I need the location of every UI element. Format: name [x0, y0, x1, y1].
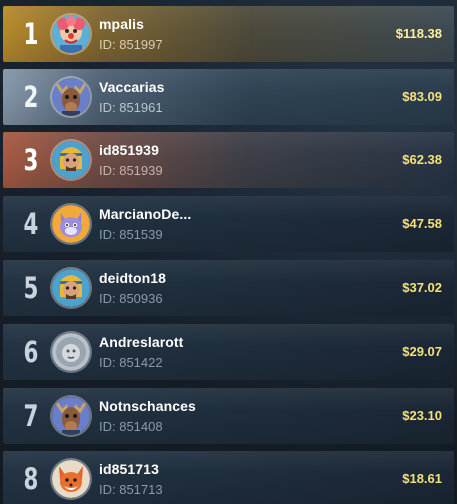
- winnings-amount: $37.02: [402, 280, 442, 295]
- rank-number: 2: [23, 80, 39, 114]
- pharaoh-avatar-icon: [52, 141, 90, 179]
- leaderboard-row[interactable]: 3 id851939 ID: 851939 $62.38: [3, 132, 454, 188]
- player-name: id851713: [99, 461, 159, 477]
- leaderboard-row[interactable]: 1 mpalis ID: 851997 $118.38: [3, 6, 454, 62]
- rank-number: 6: [23, 335, 39, 369]
- winnings-amount: $23.10: [402, 408, 442, 423]
- winnings-amount: $18.61: [402, 471, 442, 486]
- winnings-amount: $29.07: [402, 344, 442, 359]
- leaderboard-row[interactable]: 7 Notnschances ID: 851408 $23.10: [3, 388, 454, 444]
- player-name: Notnschances: [99, 398, 196, 414]
- rank-number: 8: [23, 462, 39, 496]
- fox-avatar-icon: [52, 460, 90, 498]
- moose-avatar-icon: [52, 78, 90, 116]
- player-id: ID: 851997: [99, 37, 163, 52]
- lion-avatar-icon: [52, 333, 90, 371]
- winnings-amount: $62.38: [402, 152, 442, 167]
- player-name: MarcianoDe...: [99, 206, 192, 222]
- rank-number: 3: [23, 143, 39, 177]
- player-name: mpalis: [99, 16, 144, 32]
- leaderboard-row[interactable]: 2 Vaccarias ID: 851961 $83.09: [3, 69, 454, 125]
- winnings-amount: $118.38: [395, 26, 442, 41]
- player-id: ID: 851961: [99, 100, 163, 115]
- leaderboard-row[interactable]: 6 Andreslarott ID: 851422 $29.07: [3, 324, 454, 380]
- player-name: deidton18: [99, 270, 167, 286]
- player-id: ID: 851539: [99, 227, 163, 242]
- player-id: ID: 851422: [99, 355, 163, 370]
- cat-avatar-icon: [52, 205, 90, 243]
- player-id: ID: 851939: [99, 163, 163, 178]
- rank-number: 1: [23, 17, 39, 51]
- leaderboard: 1 mpalis ID: 851997 $118.38 2 Vaccarias …: [0, 0, 457, 504]
- player-id: ID: 850936: [99, 291, 163, 306]
- player-id: ID: 851408: [99, 419, 163, 434]
- leaderboard-row[interactable]: 4 MarcianoDe... ID: 851539 $47.58: [3, 196, 454, 252]
- rank-number: 7: [23, 399, 39, 433]
- moose-avatar-icon: [52, 397, 90, 435]
- player-name: id851939: [99, 142, 159, 158]
- player-id: ID: 851713: [99, 482, 163, 497]
- player-name: Vaccarias: [99, 79, 165, 95]
- leaderboard-row[interactable]: 5 deidton18 ID: 850936 $37.02: [3, 260, 454, 316]
- rank-number: 5: [23, 271, 39, 305]
- rank-number: 4: [23, 207, 39, 241]
- pharaoh-avatar-icon: [52, 269, 90, 307]
- player-name: Andreslarott: [99, 334, 184, 350]
- leaderboard-row[interactable]: 8 id851713 ID: 851713 $18.61: [3, 451, 454, 504]
- clown-avatar-icon: [52, 15, 90, 53]
- winnings-amount: $83.09: [402, 89, 442, 104]
- winnings-amount: $47.58: [402, 216, 442, 231]
